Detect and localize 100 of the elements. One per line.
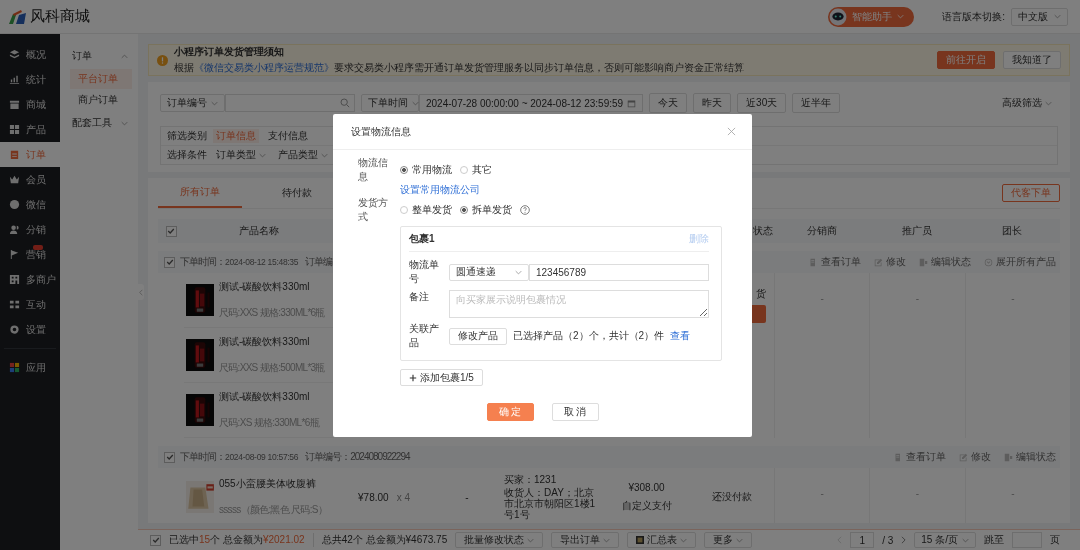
order-action[interactable]: 编辑状态 <box>1004 450 1056 464</box>
crown-icon <box>9 174 20 185</box>
order-action[interactable]: 查看订单 <box>894 450 946 464</box>
order-action[interactable]: 展开所有产品 <box>984 255 1056 269</box>
collapse-handle[interactable] <box>137 284 144 300</box>
bulk-action-button[interactable]: 更多 <box>704 532 753 548</box>
filter-option[interactable]: 支付信息 <box>265 129 311 143</box>
carrier-select[interactable]: 圆通速递 <box>449 263 529 281</box>
order-action[interactable]: 修改 <box>959 450 991 464</box>
checkbox[interactable] <box>165 225 177 237</box>
sidebar-item[interactable]: 设置 <box>0 317 60 342</box>
form-label: 物流单号 <box>409 258 440 286</box>
rules-link[interactable]: 《微信交易类小程序运营规范》 <box>194 62 334 73</box>
order-action[interactable]: 修改 <box>874 255 906 269</box>
quick-date-button[interactable]: 近半年 <box>792 93 841 113</box>
order-action[interactable]: 查看订单 <box>809 255 861 269</box>
caret-icon <box>962 537 969 543</box>
page-input[interactable]: 1 <box>850 532 875 548</box>
condition-dropdown[interactable]: 产品类型 <box>275 148 331 162</box>
cancel-button[interactable]: 取 消 <box>551 403 599 421</box>
sidebar-item[interactable]: 产品 <box>0 117 60 142</box>
search-field[interactable] <box>225 94 355 112</box>
assistant-button[interactable]: 智能助手 <box>828 6 915 27</box>
checkmark-icon <box>151 536 160 544</box>
tab[interactable]: 所有订单 <box>158 178 242 208</box>
apps-icon <box>9 362 20 373</box>
logo-text: 风科商城 <box>30 7 90 26</box>
note-field[interactable]: 向买家展示说明包裹情况 <box>449 290 709 318</box>
sidebar-item[interactable]: 订单 <box>0 142 60 167</box>
sidebar-item[interactable]: 营销 <box>0 242 60 267</box>
document-icon <box>894 452 903 462</box>
bulk-action-button[interactable]: 批量修改状态 <box>455 532 544 548</box>
quick-date-button[interactable]: 近30天 <box>737 93 787 113</box>
bulk-action-button[interactable]: 汇总表 <box>627 532 697 548</box>
submenu-item[interactable]: 商户订单 <box>70 90 132 110</box>
sidebar-item[interactable]: 多商户 <box>0 267 60 292</box>
product-name: 测试-碳酸饮料330ml <box>219 280 311 294</box>
confirm-button[interactable]: 确 定 <box>486 403 534 421</box>
notice-button[interactable]: 我知道了 <box>1003 51 1061 69</box>
menu-group[interactable]: 订单 <box>60 44 138 68</box>
date-range-field[interactable]: 2024-07-28 00:00:00 ~ 2024-08-12 23:59:59 <box>419 94 644 112</box>
bulk-action-button[interactable]: 导出订单 <box>551 532 620 548</box>
checkbox[interactable] <box>164 256 175 268</box>
total-summary: 总共42个 总金额为¥4673.75 <box>312 533 448 547</box>
next-page-icon[interactable] <box>901 536 907 544</box>
radio-option[interactable]: 其它 <box>460 163 492 177</box>
caret-icon <box>680 537 688 543</box>
caret-icon <box>515 269 522 275</box>
radio-option[interactable]: 常用物流 <box>400 163 452 177</box>
field-select[interactable]: 订单编号 <box>160 94 225 112</box>
sidebar-item[interactable]: 微信 <box>0 192 60 217</box>
time-select[interactable]: 下单时间 <box>361 94 419 112</box>
checkbox[interactable] <box>150 534 161 546</box>
sidebar-item[interactable]: 商城 <box>0 92 60 117</box>
create-order-button[interactable]: 代客下单 <box>1002 184 1060 202</box>
order-action[interactable]: 编辑状态 <box>919 255 971 269</box>
order-time-label: 下单时间： <box>180 255 225 269</box>
dialog-title: 设置物流信息 <box>351 124 411 139</box>
tab[interactable]: 待付款 <box>260 178 334 208</box>
filter-label: 筛选类别 <box>167 129 207 143</box>
advanced-filter-button[interactable]: 高级筛选 <box>996 95 1058 111</box>
building-icon <box>9 274 20 285</box>
checkbox[interactable] <box>164 451 175 463</box>
layers-icon <box>9 49 20 60</box>
notice-button[interactable]: 前往开启 <box>937 51 995 69</box>
clipboard-icon <box>9 149 20 160</box>
edit-products-button[interactable]: 修改产品 <box>449 327 507 345</box>
buyer-text: 买家：1231 <box>504 474 557 485</box>
caret-icon <box>527 537 535 543</box>
form-label: 物流信息 <box>358 156 389 184</box>
logistics-settings-link[interactable]: 设置常用物流公司 <box>400 183 480 197</box>
order-time: 2024-08-12 15:48:35 <box>225 257 299 267</box>
condition-dropdown[interactable]: 订单类型 <box>213 148 269 162</box>
sidebar-item[interactable]: 统计 <box>0 67 60 92</box>
language-label: 语言版本切换: <box>942 9 1005 24</box>
help-icon[interactable] <box>520 205 530 215</box>
checkmark-icon <box>165 258 174 266</box>
table-icon <box>636 536 645 544</box>
radio-option[interactable]: 拆单发货 <box>460 203 512 217</box>
promoter-cell: - <box>915 293 920 304</box>
radio-option[interactable]: 整单发货 <box>400 203 452 217</box>
quick-date-button[interactable]: 昨天 <box>693 93 732 113</box>
status-icon <box>919 257 928 267</box>
sidebar-item[interactable]: 分销 <box>0 217 60 242</box>
table-cell: - <box>465 491 469 503</box>
sidebar-item[interactable]: 会员 <box>0 167 60 192</box>
sidebar-item[interactable]: 应用 <box>0 355 60 380</box>
menu-group[interactable]: 配套工具 <box>60 111 138 135</box>
caret-icon <box>897 14 905 19</box>
caret-icon <box>321 152 328 158</box>
close-icon[interactable] <box>727 127 736 136</box>
add-package-button[interactable]: 添加包裹1/5 <box>400 369 483 386</box>
view-link[interactable]: 查看 <box>670 329 691 343</box>
payment-method: 自定义支付 <box>621 498 672 513</box>
tracking-number-field[interactable]: 123456789 <box>529 263 709 281</box>
quick-date-button[interactable]: 今天 <box>649 93 688 113</box>
sidebar-item[interactable]: 互动 <box>0 292 60 317</box>
language-select[interactable]: 中文版 <box>1011 7 1068 26</box>
sidebar-item[interactable]: 概况 <box>0 42 60 67</box>
page-size-select[interactable]: 15 条/页 <box>914 532 976 548</box>
